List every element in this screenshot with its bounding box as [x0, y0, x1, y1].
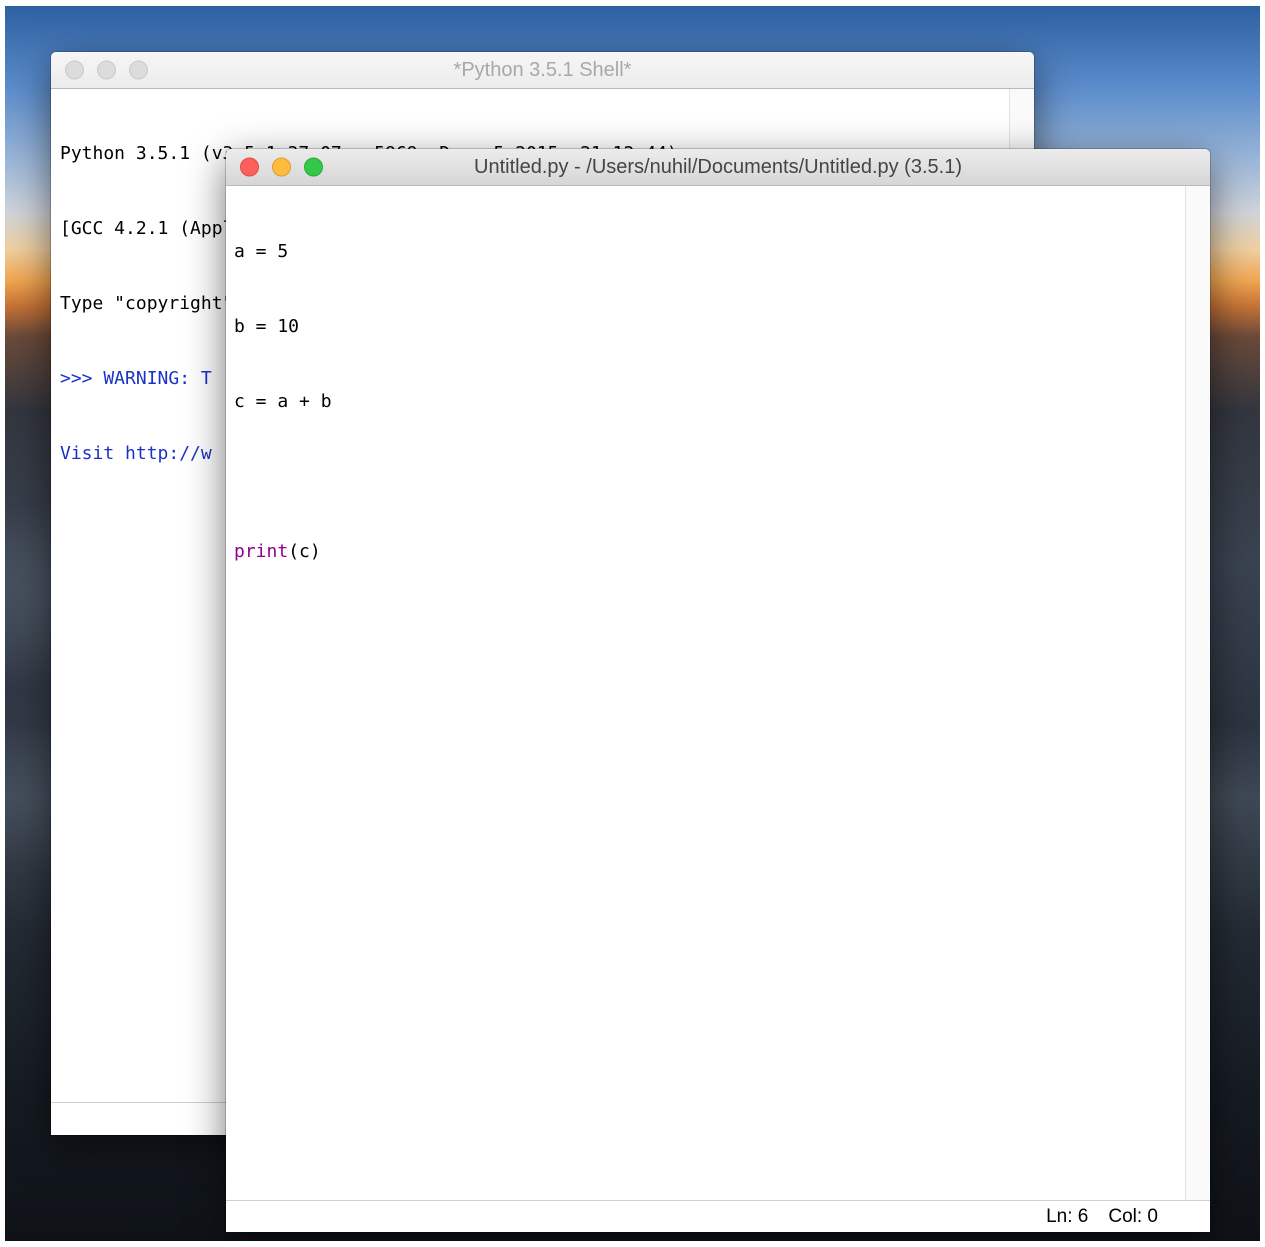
shell-zoom-button[interactable] [129, 60, 148, 80]
shell-window-controls [65, 60, 148, 80]
editor-minimize-button[interactable] [272, 157, 291, 177]
editor-window-title: Untitled.py - /Users/nuhil/Documents/Unt… [474, 155, 962, 178]
code-line-2: b = 10 [234, 316, 300, 337]
editor-window-controls [240, 157, 323, 177]
editor-titlebar[interactable]: Untitled.py - /Users/nuhil/Documents/Unt… [226, 149, 1210, 186]
editor-scrollbar[interactable] [1185, 186, 1210, 1200]
desktop: { "shell_window": { "title": "*Python 3.… [0, 0, 1265, 1247]
shell-window-title: *Python 3.5.1 Shell* [453, 58, 632, 81]
code-line-5: print(c) [234, 539, 1178, 564]
editor-zoom-button[interactable] [304, 157, 323, 177]
code-line-1: a = 5 [234, 241, 289, 262]
editor-window[interactable]: Untitled.py - /Users/nuhil/Documents/Unt… [226, 149, 1210, 1232]
editor-statusbar: Ln: 6 Col: 0 [226, 1200, 1210, 1232]
line-number-status: Ln: 6 [1046, 1205, 1089, 1227]
print-args: (c) [288, 541, 321, 562]
shell-minimize-button[interactable] [97, 60, 116, 80]
code-editor-area[interactable]: a = 5 b = 10 c = a + b print(c) [226, 186, 1186, 1200]
editor-close-button[interactable] [240, 157, 259, 177]
print-builtin: print [234, 541, 289, 562]
shell-titlebar[interactable]: *Python 3.5.1 Shell* [51, 52, 1034, 89]
column-number-status: Col: 0 [1108, 1205, 1158, 1227]
code-line-3: c = a + b [234, 391, 332, 412]
shell-close-button[interactable] [65, 60, 84, 80]
